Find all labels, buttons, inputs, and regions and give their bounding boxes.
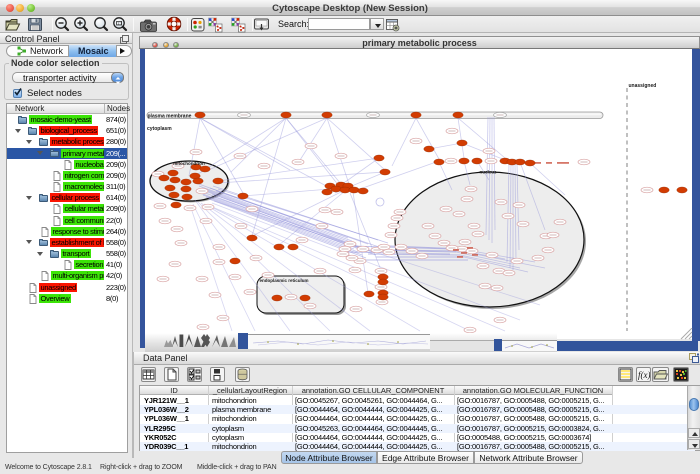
svg-text:unassigned: unassigned [629,83,657,89]
svg-text:endoplasmic reticulum: endoplasmic reticulum [260,278,309,283]
svg-text:mitochondrion: mitochondrion [173,161,205,166]
svg-text:f(x): f(x) [638,370,650,380]
svg-text:1:1: 1:1 [117,22,122,26]
svg-text:plasma membrane: plasma membrane [148,114,192,120]
svg-text:cytoplasm: cytoplasm [147,126,172,132]
svg-text:nucleus: nucleus [479,170,497,175]
